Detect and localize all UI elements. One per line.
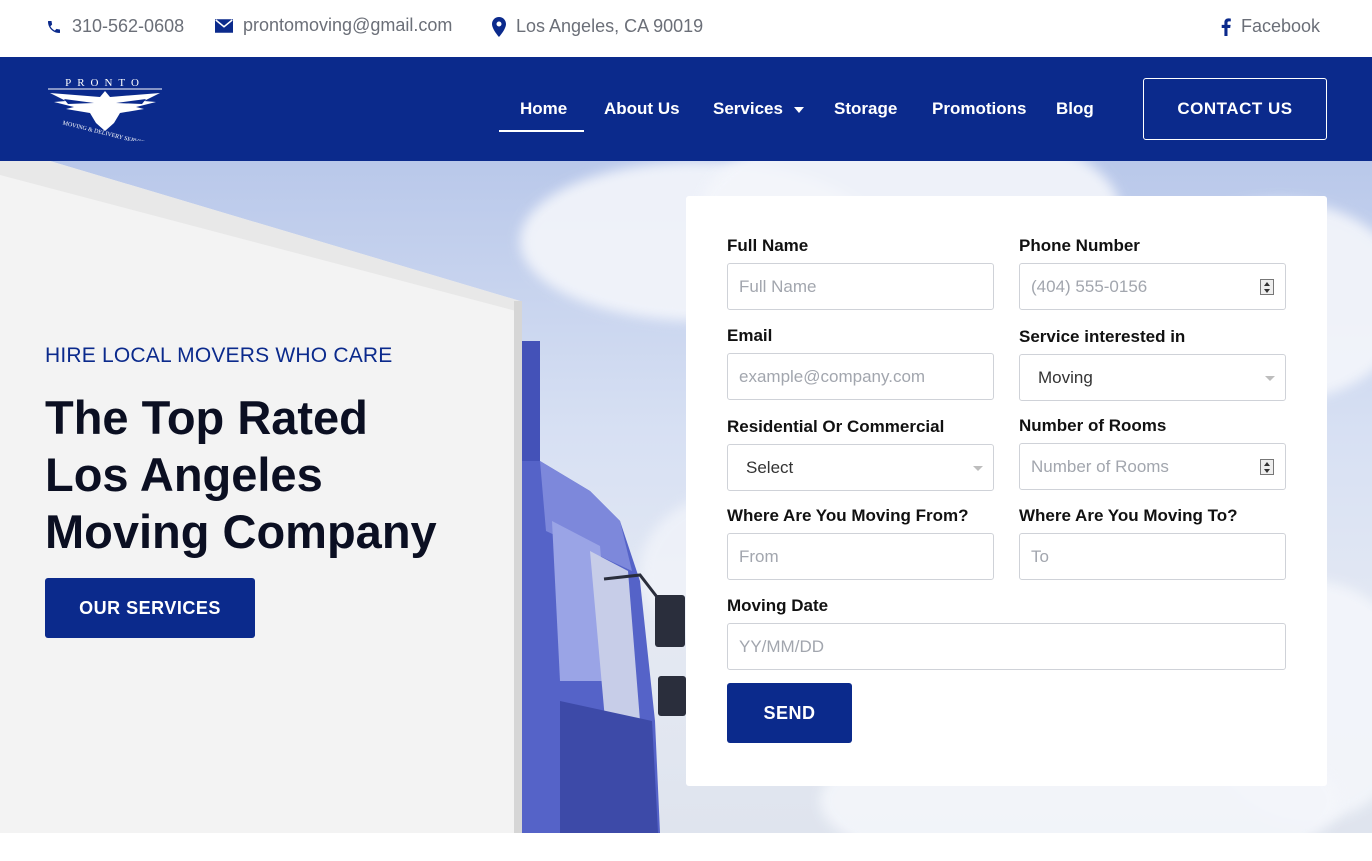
pronto-logo[interactable]: PRONTO MOVING & DELIVERY SERVICE (44, 75, 166, 148)
map-pin-icon (492, 16, 506, 37)
moving-from-label: Where Are You Moving From? (727, 506, 969, 525)
dropdown-caret-icon (973, 466, 983, 471)
phone-number-input[interactable]: (404) 555-0156 (1019, 263, 1286, 310)
chevron-down-icon (793, 106, 804, 113)
moving-date-placeholder: YY/MM/DD (739, 636, 824, 656)
envelope-icon (215, 18, 233, 33)
full-name-placeholder: Full Name (739, 276, 817, 296)
phone-contact[interactable]: 310-562-0608 (46, 16, 184, 37)
rooms-placeholder: Number of Rooms (1031, 456, 1169, 476)
phone-number-label: Phone Number (1019, 236, 1140, 255)
email-input[interactable]: example@company.com (727, 353, 994, 400)
facebook-label: Facebook (1241, 16, 1321, 36)
moving-from-input[interactable]: From (727, 533, 994, 580)
number-spinner-icon[interactable] (1260, 459, 1274, 475)
moving-date-label: Moving Date (727, 596, 829, 615)
email-contact[interactable]: prontomoving@gmail.com (215, 15, 452, 36)
svg-text:PRONTO: PRONTO (65, 77, 145, 89)
email-placeholder: example@company.com (739, 366, 926, 386)
contact-us-button[interactable]: CONTACT US (1143, 78, 1327, 140)
active-nav-indicator (499, 130, 584, 132)
nav-home[interactable]: Home (520, 99, 567, 119)
phone-number-placeholder: (404) 555-0156 (1031, 276, 1148, 296)
moving-to-input[interactable]: To (1019, 533, 1286, 580)
facebook-icon (1221, 17, 1231, 36)
moving-to-label: Where Are You Moving To? (1019, 506, 1238, 525)
number-spinner-icon[interactable] (1260, 279, 1274, 295)
top-contact-bar: 310-562-0608 prontomoving@gmail.com Los … (0, 0, 1372, 57)
hero-headline: The Top Rated Los Angeles Moving Company (45, 389, 437, 560)
headline-line-3: Moving Company (45, 505, 437, 558)
headline-line-1: The Top Rated (45, 391, 368, 444)
facebook-link[interactable]: Facebook (1221, 16, 1320, 37)
our-services-button[interactable]: OUR SERVICES (45, 578, 255, 638)
service-label: Service interested in (1019, 327, 1186, 346)
dropdown-caret-icon (1265, 376, 1275, 381)
residential-commercial-select[interactable]: Select (727, 444, 994, 491)
main-navigation: PRONTO MOVING & DELIVERY SERVICE Home Ab… (0, 57, 1372, 161)
nav-blog[interactable]: Blog (1056, 99, 1094, 119)
phone-number: 310-562-0608 (72, 16, 185, 36)
full-name-input[interactable]: Full Name (727, 263, 994, 310)
phone-icon (48, 20, 60, 33)
hero-kicker: HIRE LOCAL MOVERS WHO CARE (45, 344, 393, 367)
residential-commercial-label: Residential Or Commercial (727, 417, 945, 436)
service-select[interactable]: Moving (1019, 354, 1286, 401)
headline-line-2: Los Angeles (45, 448, 323, 501)
nav-services-label: Services (713, 99, 783, 118)
nav-promotions[interactable]: Promotions (932, 99, 1026, 119)
rooms-input[interactable]: Number of Rooms (1019, 443, 1286, 490)
nav-storage[interactable]: Storage (834, 99, 897, 119)
nav-about-us[interactable]: About Us (604, 99, 680, 119)
moving-to-placeholder: To (1031, 546, 1049, 566)
address-text: Los Angeles, CA 90019 (516, 16, 704, 36)
nav-services[interactable]: Services (713, 99, 804, 119)
residential-commercial-value: Select (746, 457, 794, 477)
email-label: Email (727, 326, 773, 345)
send-button[interactable]: SEND (727, 683, 852, 743)
full-name-label: Full Name (727, 236, 809, 255)
moving-from-placeholder: From (739, 546, 779, 566)
email-address: prontomoving@gmail.com (243, 15, 453, 35)
moving-date-input[interactable]: YY/MM/DD (727, 623, 1286, 670)
service-selected-value: Moving (1038, 367, 1093, 387)
rooms-label: Number of Rooms (1019, 416, 1167, 435)
address-contact: Los Angeles, CA 90019 (492, 16, 703, 37)
